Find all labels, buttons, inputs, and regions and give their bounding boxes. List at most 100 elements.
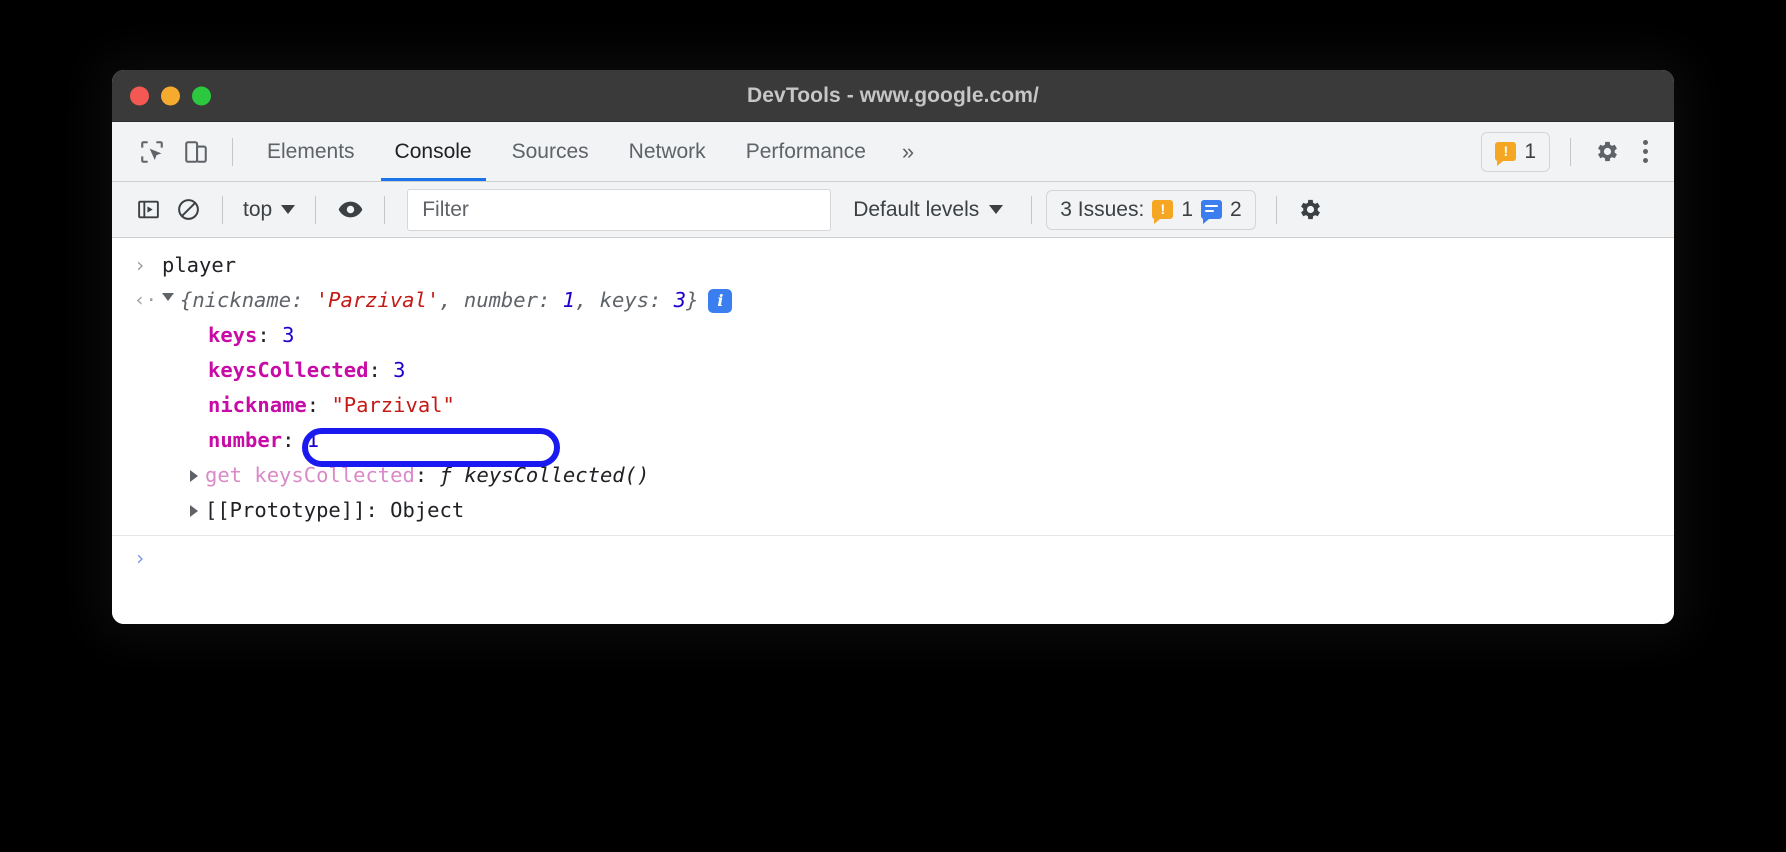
console-result-line[interactable]: ‹· {nickname: 'Parzival', number: 1, key… <box>112 283 1674 318</box>
property-value: ƒ keysCollected() <box>440 458 650 493</box>
preview-sep: : <box>291 288 316 312</box>
property-value: 3 <box>282 318 294 353</box>
result-arrow-icon: ‹· <box>134 283 162 318</box>
preview-value: 'Parzival' <box>316 288 439 312</box>
preview-comma: , <box>575 288 600 312</box>
chevron-down-icon <box>989 205 1003 214</box>
preview-key: number <box>464 288 538 312</box>
console-input-line[interactable]: › player <box>112 248 1674 283</box>
issues-label: 3 Issues: <box>1060 198 1144 222</box>
console-toolbar-divider <box>1276 196 1277 224</box>
preview-key: keys <box>600 288 649 312</box>
property-colon: : <box>282 423 307 458</box>
issues-info-count: 2 <box>1230 198 1242 222</box>
log-levels-selector[interactable]: Default levels <box>839 198 1017 222</box>
chevron-down-icon <box>281 205 295 214</box>
property-row-nickname[interactable]: nickname: "Parzival" <box>112 388 1674 423</box>
property-row-number[interactable]: number: 1 <box>112 423 1674 458</box>
property-colon: : <box>257 318 282 353</box>
property-row-getter[interactable]: get keysCollected: ƒ keysCollected() <box>112 458 1674 493</box>
tab-label: Elements <box>267 140 355 164</box>
panel-tabs: Elements Console Sources Network Perform… <box>247 122 886 181</box>
preview-comma: , <box>439 288 464 312</box>
warning-badge-icon: ! <box>1495 142 1516 161</box>
preview-value: 1 <box>563 288 575 312</box>
tab-sources[interactable]: Sources <box>492 122 609 181</box>
property-colon: : <box>415 458 440 493</box>
filter-input[interactable]: Filter <box>407 189 831 231</box>
object-preview: {nickname: 'Parzival', number: 1, keys: … <box>180 283 698 318</box>
eye-icon[interactable] <box>330 190 370 230</box>
property-value: 1 <box>307 423 319 458</box>
property-name: number <box>208 423 282 458</box>
prompt-icon: › <box>134 541 162 576</box>
filter-placeholder: Filter <box>422 198 469 222</box>
tab-elements[interactable]: Elements <box>247 122 375 181</box>
property-name: keys <box>208 318 257 353</box>
kebab-menu-icon[interactable] <box>1629 140 1664 163</box>
issues-warning-count: 1 <box>1181 198 1193 222</box>
gear-icon[interactable] <box>1585 130 1629 174</box>
console-toolbar-divider <box>1031 196 1032 224</box>
more-tabs-icon[interactable]: » <box>886 139 928 165</box>
tab-label: Performance <box>746 140 866 164</box>
preview-sep: : <box>538 288 563 312</box>
property-row-keys[interactable]: keys: 3 <box>112 318 1674 353</box>
tab-label: Network <box>629 140 706 164</box>
property-colon: : <box>365 493 390 528</box>
preview-key: nickname <box>192 288 291 312</box>
toolbar-divider <box>1570 138 1571 166</box>
property-name: keysCollected <box>208 353 368 388</box>
tab-label: Sources <box>512 140 589 164</box>
property-value: Object <box>390 493 464 528</box>
console-toolbar-divider <box>384 196 385 224</box>
preview-value: 3 <box>674 288 686 312</box>
property-name: get keysCollected <box>205 458 415 493</box>
tab-console[interactable]: Console <box>375 122 492 181</box>
tab-network[interactable]: Network <box>609 122 726 181</box>
window-titlebar: DevTools - www.google.com/ <box>112 70 1674 122</box>
property-value: "Parzival" <box>331 388 454 423</box>
expand-triangle-icon[interactable] <box>162 293 174 307</box>
preview-sep: : <box>649 288 674 312</box>
error-count-pill[interactable]: ! 1 <box>1481 132 1550 172</box>
preview-open-brace: { <box>180 288 192 312</box>
console-new-prompt[interactable]: › <box>112 541 1674 576</box>
preview-close-brace: } <box>686 288 698 312</box>
expand-triangle-icon[interactable] <box>190 505 198 517</box>
property-name: [[Prototype]] <box>205 493 365 528</box>
devtools-window: DevTools - www.google.com/ Elements Cons… <box>112 70 1674 624</box>
window-title: DevTools - www.google.com/ <box>112 84 1674 108</box>
property-row-prototype[interactable]: [[Prototype]]: Object <box>112 493 1674 528</box>
prompt-icon: › <box>134 248 162 283</box>
error-count: 1 <box>1524 140 1536 164</box>
property-row-keysCollected[interactable]: keysCollected: 3 <box>112 353 1674 388</box>
console-output: › player ‹· {nickname: 'Parzival', numbe… <box>112 248 1674 624</box>
property-name: nickname <box>208 388 307 423</box>
console-prompt-divider <box>112 535 1674 536</box>
tab-label: Console <box>395 140 472 164</box>
console-input-text: player <box>162 248 236 283</box>
tab-performance[interactable]: Performance <box>726 122 886 181</box>
issues-pill[interactable]: 3 Issues: ! 1 2 <box>1046 190 1255 230</box>
expand-triangle-icon[interactable] <box>190 470 198 482</box>
execution-context-value: top <box>243 198 272 222</box>
property-colon: : <box>368 353 393 388</box>
inspect-element-icon[interactable] <box>130 130 174 174</box>
console-toolbar-divider <box>315 196 316 224</box>
execution-context-selector[interactable]: top <box>237 198 301 222</box>
console-toolbar-divider <box>222 196 223 224</box>
warning-badge-icon: ! <box>1152 200 1173 219</box>
log-levels-value: Default levels <box>853 198 979 222</box>
info-icon[interactable]: i <box>708 289 732 313</box>
toolbar-divider <box>232 138 233 166</box>
clear-console-icon[interactable] <box>168 190 208 230</box>
gear-icon[interactable] <box>1291 190 1331 230</box>
console-sidebar-icon[interactable] <box>128 190 168 230</box>
screenshot-root: DevTools - www.google.com/ Elements Cons… <box>0 0 1786 852</box>
property-value: 3 <box>393 353 405 388</box>
info-badge-icon <box>1201 200 1222 219</box>
console-toolbar: top Filter Default levels 3 Issues: <box>112 182 1674 238</box>
devtools-main-toolbar: Elements Console Sources Network Perform… <box>112 122 1674 182</box>
device-toolbar-icon[interactable] <box>174 130 218 174</box>
